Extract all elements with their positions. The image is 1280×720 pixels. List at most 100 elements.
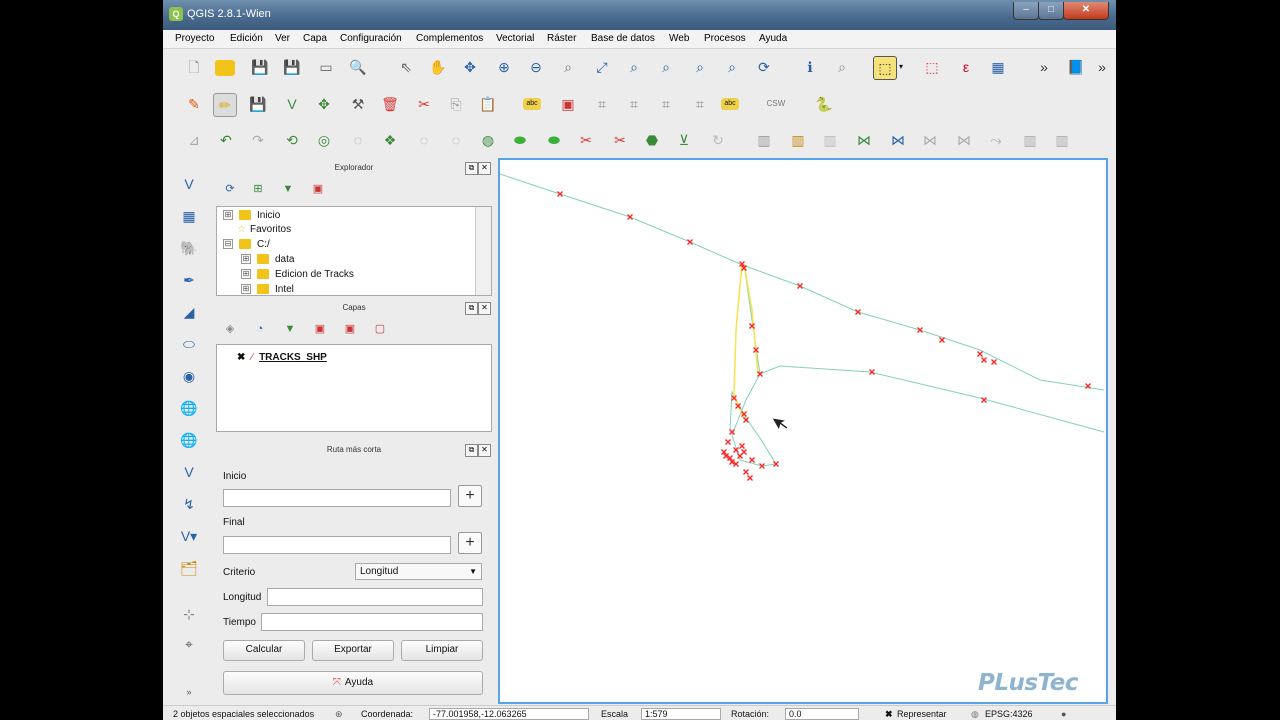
menu-vectorial[interactable]: Vectorial	[496, 33, 534, 44]
vector-tool-8-icon[interactable]: ⤳	[985, 129, 1007, 151]
minimize-button[interactable]: –	[1013, 2, 1039, 20]
add-spatialite-layer-icon[interactable]: ✒	[177, 268, 201, 292]
rotation-field[interactable]: 0.0	[785, 708, 859, 720]
zoom-last-icon[interactable]: ⌕	[689, 56, 711, 78]
expand-icon[interactable]: ⊞	[241, 254, 251, 265]
crs-globe-icon[interactable]: ◍	[971, 709, 979, 720]
add-oracle-layer-icon[interactable]: ⬭	[177, 332, 201, 356]
vector-tool-2-icon[interactable]: ▥	[787, 129, 809, 151]
menu-edicion[interactable]: Edición	[230, 33, 263, 44]
pick-start-button[interactable]: +	[458, 485, 482, 507]
help-book-icon[interactable]: 📘	[1065, 56, 1087, 78]
tree-item-edicion-de-tracks[interactable]: ⊞ Edicion de Tracks	[241, 268, 354, 282]
vector-tool-1-icon[interactable]: ▥	[753, 129, 775, 151]
filter-icon[interactable]: ▼	[279, 180, 297, 198]
pan-map-icon[interactable]: ✋	[427, 56, 449, 78]
add-vector-layer-icon[interactable]: V	[177, 172, 201, 196]
rotate-point-symbols-icon[interactable]: ↻	[707, 129, 729, 151]
merge-features-icon[interactable]: ⬣	[641, 129, 663, 151]
new-shapefile-icon[interactable]: 🗂	[177, 556, 201, 580]
copy-features-icon[interactable]: ⎘	[445, 93, 467, 115]
vector-tool-3-icon[interactable]: ▥	[819, 129, 841, 151]
menu-ayuda[interactable]: Ayuda	[759, 33, 787, 44]
label-toolbar-icon[interactable]: abc	[523, 98, 541, 110]
add-delimited-text-icon[interactable]: V	[177, 460, 201, 484]
identify-icon[interactable]: ℹ	[799, 56, 821, 78]
zoom-to-selection-icon[interactable]: ⌕	[623, 56, 645, 78]
cut-features-icon[interactable]: ✂	[413, 93, 435, 115]
save-as-icon[interactable]: 💾	[281, 56, 303, 78]
vector-tool-7-icon[interactable]: ⋈	[953, 129, 975, 151]
save-layer-edits-icon[interactable]: 💾	[247, 93, 269, 115]
start-point-field[interactable]	[223, 489, 451, 507]
expand-all-icon[interactable]: ▣	[311, 320, 329, 338]
layer-checkbox-icon[interactable]: ✖	[237, 352, 245, 363]
explorer-close-button[interactable]: ✕	[478, 162, 491, 175]
menu-base-de-datos[interactable]: Base de datos	[591, 33, 655, 44]
layer-item-tracks[interactable]: ✖ ⁄ TRACKS_SHP	[237, 351, 327, 365]
add-part-icon[interactable]: ❖	[379, 129, 401, 151]
menu-configuracion[interactable]: Configuración	[340, 33, 402, 44]
save-project-icon[interactable]: 💾	[249, 56, 271, 78]
zoom-next-icon[interactable]: ⌕	[721, 56, 743, 78]
zoom-to-layer-icon[interactable]: ⌕	[655, 56, 677, 78]
coordinate-field[interactable]: -77.001958,-12.063265	[429, 708, 589, 720]
add-selected-layers-icon[interactable]: ⊞	[249, 180, 267, 198]
add-raster-layer-icon[interactable]: ▦	[177, 204, 201, 228]
tree-item-inicio[interactable]: ⊞ Inicio	[223, 209, 280, 223]
move-label-icon[interactable]: ⌗	[623, 93, 645, 115]
add-wms-layer-icon[interactable]: ◉	[177, 364, 201, 388]
select-features-icon[interactable]: ⬚	[873, 56, 897, 80]
add-ring-icon[interactable]: ◌	[347, 129, 369, 151]
tree-item-favoritos[interactable]: ☆ Favoritos	[237, 223, 291, 237]
split-features-icon[interactable]: ✂	[575, 129, 597, 151]
toolbar-overflow-icon-2[interactable]: »	[1091, 56, 1113, 78]
open-project-icon[interactable]	[215, 60, 235, 76]
rotate-label-icon[interactable]: ⌗	[655, 93, 677, 115]
clear-button[interactable]: Limpiar	[401, 640, 483, 661]
pin-labels-icon[interactable]: ▣	[557, 93, 579, 115]
menu-procesos[interactable]: Procesos	[704, 33, 746, 44]
map-tips-icon[interactable]: ⌕	[831, 56, 853, 78]
maximize-button[interactable]: □	[1038, 2, 1064, 20]
calculate-button[interactable]: Calcular	[223, 640, 305, 661]
attribute-table-icon[interactable]: ▦	[987, 56, 1009, 78]
title-bar[interactable]: Q QGIS 2.8.1-Wien – □ ✕	[163, 0, 1116, 30]
field-calculator-icon[interactable]: ε	[955, 56, 977, 78]
python-console-icon[interactable]: 🐍	[813, 93, 835, 115]
pan-to-selection-icon[interactable]: ✥	[459, 56, 481, 78]
composer-manager-icon[interactable]: 🔍	[347, 56, 369, 78]
collapse-icon[interactable]: ⊟	[223, 239, 233, 250]
split-parts-icon[interactable]: ✂	[609, 129, 631, 151]
add-postgis-layer-icon[interactable]: 🐘	[177, 236, 201, 260]
end-point-field[interactable]	[223, 536, 451, 554]
csw-icon[interactable]: CSW	[765, 93, 787, 115]
zoom-out-icon[interactable]: ⊖	[525, 56, 547, 78]
menu-capa[interactable]: Capa	[303, 33, 327, 44]
export-button[interactable]: Exportar	[312, 640, 394, 661]
touch-zoom-icon[interactable]: ⇖	[395, 56, 417, 78]
refresh-icon[interactable]: ⟳	[221, 180, 239, 198]
deselect-icon[interactable]: ⬚	[921, 56, 943, 78]
time-output[interactable]	[261, 613, 483, 631]
messages-icon[interactable]: ●	[1061, 709, 1066, 719]
close-button[interactable]: ✕	[1063, 2, 1109, 20]
layer-style-icon[interactable]: ◈	[221, 320, 239, 338]
redo-icon[interactable]: ↷	[247, 129, 269, 151]
new-layer-icon[interactable]: V▾	[177, 524, 201, 548]
vector-tool-9-icon[interactable]: ▥	[1019, 129, 1041, 151]
vector-tool-4-icon[interactable]: ⋈	[853, 129, 875, 151]
explorer-float-button[interactable]: ⧉	[465, 162, 478, 175]
show-hide-labels-icon[interactable]: ⌗	[591, 93, 613, 115]
render-checkbox-icon[interactable]: ✖	[885, 709, 893, 720]
enable-advanced-digitizing-icon[interactable]: ⊿	[183, 129, 205, 151]
layers-float-button[interactable]: ⧉	[465, 302, 478, 315]
toolbar-overflow-icon[interactable]: »	[1033, 56, 1055, 78]
criteria-select[interactable]: Longitud ▼	[355, 563, 482, 580]
tree-item-data[interactable]: ⊞ data	[241, 253, 294, 267]
toggle-editing-icon[interactable]: ✏	[213, 93, 237, 117]
reshape-features-icon[interactable]: ⬬	[509, 129, 531, 151]
scale-field[interactable]: 1:579	[641, 708, 721, 720]
expand-icon[interactable]: ⊞	[223, 210, 233, 221]
tree-scrollbar[interactable]	[475, 207, 491, 295]
